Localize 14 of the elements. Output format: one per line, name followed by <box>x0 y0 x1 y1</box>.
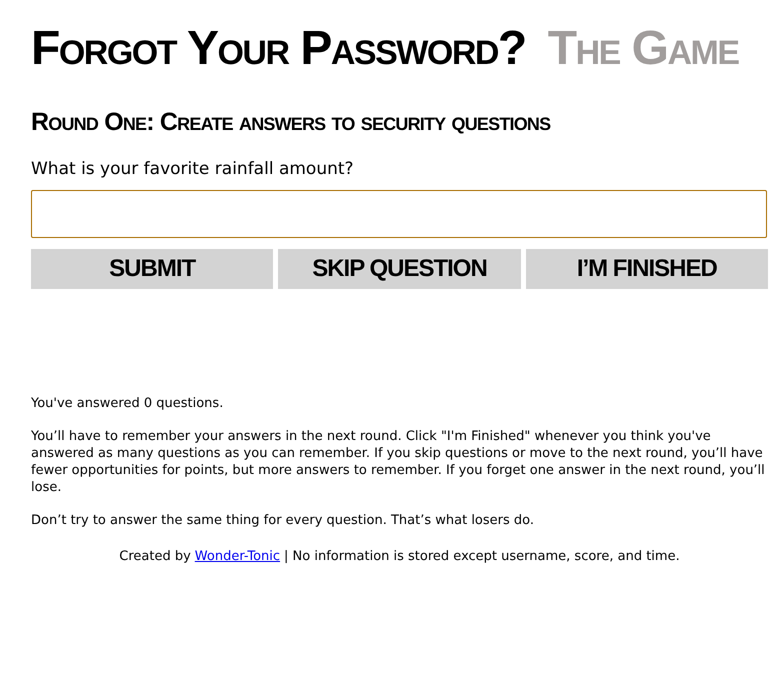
page-subtitle: The Game <box>548 21 739 77</box>
footer-text: | No information is stored except username, score, and time. <box>284 549 680 564</box>
answer-count-text: You've answered 0 questions. <box>31 395 224 412</box>
author-link[interactable]: Wonder-Tonic <box>194 549 280 564</box>
footer-text: Created by <box>119 549 191 564</box>
instructions-text: You’ll have to remember your answers in the next round. Click "I'm Finished" whenever you think you've answered as many questions as you can remember. If you skip questions or move to the next round, you’ll have fewer opportunities for points, but more answers to remember. If you forget one answer in the next round, you’ll lose. <box>31 428 766 496</box>
round-heading: Round One: Create answers to security questions <box>31 107 552 138</box>
warning-text: Don’t try to answer the same thing for every question. That’s what losers do. <box>31 512 536 529</box>
question-label: What is your favorite rainfall amount? <box>31 158 355 180</box>
action-button[interactable]: I’M FINISHED <box>526 249 768 289</box>
answer-field[interactable] <box>31 190 767 238</box>
action-button[interactable]: SKIP QUESTION <box>278 249 521 289</box>
page-title: Forgot Your Password? <box>31 21 526 77</box>
action-button[interactable]: SUBMIT <box>31 249 274 289</box>
